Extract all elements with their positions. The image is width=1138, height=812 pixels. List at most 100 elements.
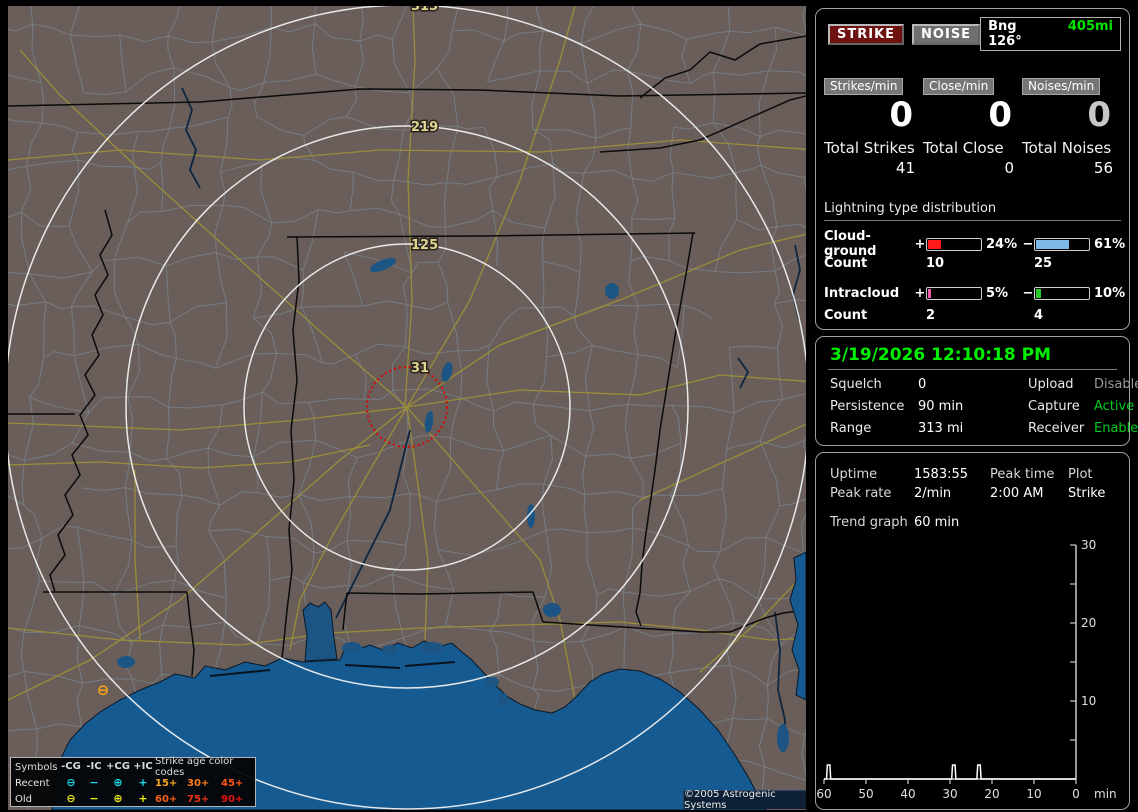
cloud-ground-label: Cloud-ground	[824, 229, 877, 259]
cg-positive-bar-fill	[928, 239, 941, 249]
nic-recent-icon: −	[89, 776, 99, 789]
svg-text:30: 30	[1081, 538, 1096, 552]
intracloud-label: Intracloud	[824, 285, 900, 301]
pic-recent-icon: +	[138, 776, 148, 789]
peak-time-label: Peak time	[990, 467, 1055, 482]
map-canvas: 313 219 125 31 ⊖	[8, 6, 806, 810]
total-noises-value: 56	[1093, 159, 1113, 177]
cg-count-label: Count	[824, 255, 868, 271]
plot-mode-value: Strike	[1068, 486, 1106, 501]
total-noises-label: Total Noises	[1022, 139, 1112, 157]
minus-sign: −	[1022, 285, 1034, 301]
pcg-recent-icon: ⊕	[113, 776, 123, 789]
range-value: 313 mi	[918, 421, 964, 436]
total-close-label: Total Close	[923, 139, 1004, 157]
receiver-label: Receiver	[1028, 421, 1085, 436]
strike-mode-button[interactable]: STRIKE	[828, 23, 905, 45]
legend-row-old-label: Old	[15, 793, 32, 805]
upload-label: Upload	[1028, 377, 1074, 392]
datetime-display: 3/19/2026 12:10:18 PM	[828, 343, 1117, 370]
noises-per-min-value: 0	[1087, 95, 1111, 135]
age-60: 60+	[155, 793, 178, 805]
age-90: 90+	[221, 793, 244, 805]
svg-text:min: min	[1094, 787, 1117, 799]
legend-header-agecodes: Strike age color codes	[155, 756, 234, 778]
strikes-per-min-value: 0	[889, 95, 913, 135]
svg-text:0: 0	[1072, 787, 1080, 799]
upload-status: Disabled	[1094, 377, 1138, 392]
uptime-label: Uptime	[830, 467, 878, 482]
range-label: Range	[830, 421, 872, 436]
age-15: 15+	[155, 777, 178, 789]
pic-old-icon: +	[138, 792, 148, 805]
svg-text:60: 60	[816, 787, 831, 799]
cg-negative-count: 25	[1034, 255, 1053, 271]
peak-time-value: 2:00 AM	[990, 486, 1044, 501]
close-per-min-value: 0	[988, 95, 1012, 135]
svg-text:40: 40	[900, 787, 915, 799]
ic-positive-bar-fill	[928, 288, 931, 298]
close-per-min-button[interactable]: Close/min	[923, 78, 995, 95]
ic-count-label: Count	[824, 307, 868, 323]
copyright-notice: ©2005 Astrogenic Systems	[683, 789, 806, 810]
age-45: 45+	[221, 777, 244, 789]
noises-per-min-button[interactable]: Noises/min	[1022, 78, 1101, 95]
bearing-readout: Bng 126° 405mi	[980, 17, 1121, 51]
legend-header-symbols: Symbols	[15, 761, 58, 773]
rivers	[181, 87, 801, 753]
svg-text:10: 10	[1081, 694, 1096, 708]
cg-negative-pct: 61%	[1094, 236, 1126, 252]
bearing-value: Bng 126°	[988, 19, 1022, 49]
capture-status: Active	[1094, 399, 1135, 414]
plot-label: Plot	[1068, 467, 1093, 482]
distribution-section-title: Lightning type distribution	[824, 201, 1121, 221]
legend-header-ncg: -CG	[61, 761, 81, 772]
cg-positive-pct: 24%	[986, 236, 1018, 252]
cg-positive-count: 10	[926, 255, 945, 271]
strike-map[interactable]: 313 219 125 31 ⊖ Symbols -CG -IC +CG +IC St…	[8, 6, 806, 810]
persistence-value: 90 min	[918, 399, 964, 414]
age-30: 30+	[187, 777, 210, 789]
plus-sign: +	[914, 285, 926, 301]
capture-label: Capture	[1028, 399, 1080, 414]
ncg-recent-icon: ⊖	[66, 776, 76, 789]
ic-negative-count: 4	[1034, 307, 1044, 323]
pcg-old-icon: ⊕	[113, 792, 123, 805]
svg-text:313: 313	[411, 6, 438, 14]
ic-negative-pct: 10%	[1094, 285, 1126, 301]
svg-text:125: 125	[411, 238, 438, 253]
peak-rate-label: Peak rate	[830, 486, 892, 501]
noise-mode-button[interactable]: NOISE	[912, 23, 981, 45]
ic-positive-bar	[926, 286, 982, 300]
cg-negative-bar-fill	[1036, 239, 1069, 249]
strikes-per-min-button[interactable]: Strikes/min	[824, 78, 904, 95]
squelch-label: Squelch	[830, 377, 882, 392]
trend-panel: Uptime 1583:55 Peak time Plot Peak rate …	[815, 452, 1130, 810]
minus-sign: −	[1022, 236, 1034, 252]
map-legend: Symbols -CG -IC +CG +IC Strike age color…	[10, 756, 256, 807]
svg-text:20: 20	[1081, 616, 1096, 630]
uptime-value: 1583:55	[914, 467, 969, 482]
plus-sign: +	[914, 236, 926, 252]
svg-text:219: 219	[411, 120, 438, 135]
ic-positive-pct: 5%	[986, 285, 1009, 301]
persistence-label: Persistence	[830, 399, 905, 414]
ic-negative-bar-fill	[1036, 288, 1042, 298]
water-bodies	[51, 258, 806, 810]
ic-positive-count: 2	[926, 307, 936, 323]
legend-header-pcg: +CG	[106, 761, 130, 772]
stats-panel: STRIKE NOISE Bng 126° 405mi Strikes/min …	[815, 8, 1130, 330]
total-close-value: 0	[1004, 159, 1014, 177]
receiver-status: Enabled	[1094, 421, 1138, 436]
svg-text:30: 30	[942, 787, 957, 799]
nic-old-icon: −	[89, 792, 99, 805]
squelch-value: 0	[918, 377, 927, 392]
ncg-old-icon: ⊖	[66, 792, 76, 805]
trend-graph-chart: 10 20 30 60 50 40 30 20 10 0 min	[816, 538, 1117, 799]
cg-positive-bar	[926, 237, 982, 251]
ic-negative-bar	[1034, 286, 1090, 300]
status-panel: 3/19/2026 12:10:18 PM Squelch 0 Upload D…	[815, 336, 1138, 446]
distance-value: 405mi	[1067, 19, 1113, 34]
svg-text:31: 31	[411, 361, 429, 376]
age-75: 75+	[187, 793, 210, 805]
